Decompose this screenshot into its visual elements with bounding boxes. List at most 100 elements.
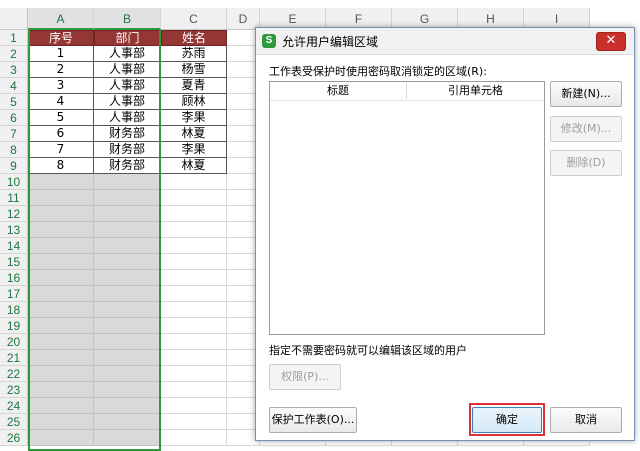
- table-cell[interactable]: 8: [28, 158, 94, 174]
- empty-cell[interactable]: [161, 398, 227, 414]
- empty-cell[interactable]: [161, 430, 227, 446]
- row-header[interactable]: 14: [0, 238, 28, 254]
- table-cell[interactable]: 3: [28, 78, 94, 94]
- modify-range-button[interactable]: 修改(M)...: [550, 116, 622, 142]
- row-header[interactable]: 2: [0, 46, 28, 62]
- row-header[interactable]: 25: [0, 414, 28, 430]
- empty-cell[interactable]: [28, 350, 94, 366]
- row-header[interactable]: 5: [0, 94, 28, 110]
- empty-cell[interactable]: [28, 238, 94, 254]
- row-header[interactable]: 24: [0, 398, 28, 414]
- table-cell[interactable]: 5: [28, 110, 94, 126]
- empty-cell[interactable]: [94, 366, 161, 382]
- select-all-corner[interactable]: [0, 8, 28, 30]
- close-button[interactable]: ✕: [596, 32, 626, 51]
- empty-cell[interactable]: [28, 398, 94, 414]
- empty-cell[interactable]: [28, 318, 94, 334]
- list-column-cell-ref[interactable]: 引用单元格: [407, 82, 544, 100]
- row-header[interactable]: 4: [0, 78, 28, 94]
- empty-cell[interactable]: [161, 382, 227, 398]
- empty-cell[interactable]: [161, 174, 227, 190]
- table-cell[interactable]: 6: [28, 126, 94, 142]
- row-header[interactable]: 23: [0, 382, 28, 398]
- empty-cell[interactable]: [94, 430, 161, 446]
- table-cell[interactable]: 7: [28, 142, 94, 158]
- table-header-cell[interactable]: 部门: [94, 30, 161, 46]
- empty-cell[interactable]: [94, 174, 161, 190]
- empty-cell[interactable]: [28, 270, 94, 286]
- table-cell[interactable]: 杨雪: [161, 62, 227, 78]
- table-header-cell[interactable]: 序号: [28, 30, 94, 46]
- list-column-title[interactable]: 标题: [270, 82, 406, 100]
- empty-cell[interactable]: [94, 222, 161, 238]
- ok-button[interactable]: 确定: [472, 407, 542, 433]
- empty-cell[interactable]: [161, 222, 227, 238]
- empty-cell[interactable]: [28, 366, 94, 382]
- empty-cell[interactable]: [28, 302, 94, 318]
- row-header[interactable]: 12: [0, 206, 28, 222]
- table-cell[interactable]: 李果: [161, 142, 227, 158]
- row-header[interactable]: 16: [0, 270, 28, 286]
- ranges-list[interactable]: 标题 引用单元格: [269, 81, 545, 335]
- empty-cell[interactable]: [28, 190, 94, 206]
- empty-cell[interactable]: [28, 254, 94, 270]
- row-header[interactable]: 7: [0, 126, 28, 142]
- table-cell[interactable]: 人事部: [94, 62, 161, 78]
- empty-cell[interactable]: [94, 414, 161, 430]
- table-cell[interactable]: 财务部: [94, 158, 161, 174]
- row-header[interactable]: 21: [0, 350, 28, 366]
- empty-cell[interactable]: [94, 254, 161, 270]
- row-header[interactable]: 6: [0, 110, 28, 126]
- table-cell[interactable]: 林夏: [161, 126, 227, 142]
- empty-cell[interactable]: [28, 430, 94, 446]
- row-header[interactable]: 1: [0, 30, 28, 46]
- empty-cell[interactable]: [161, 190, 227, 206]
- row-header[interactable]: 9: [0, 158, 28, 174]
- row-header[interactable]: 11: [0, 190, 28, 206]
- table-cell[interactable]: 人事部: [94, 94, 161, 110]
- column-header-b[interactable]: B: [94, 8, 161, 30]
- table-cell[interactable]: 夏青: [161, 78, 227, 94]
- table-cell[interactable]: 4: [28, 94, 94, 110]
- empty-cell[interactable]: [161, 302, 227, 318]
- empty-cell[interactable]: [28, 222, 94, 238]
- row-header[interactable]: 13: [0, 222, 28, 238]
- row-header[interactable]: 26: [0, 430, 28, 446]
- table-cell[interactable]: 人事部: [94, 110, 161, 126]
- empty-cell[interactable]: [161, 414, 227, 430]
- row-header[interactable]: 8: [0, 142, 28, 158]
- permissions-button[interactable]: 权限(P)...: [269, 364, 341, 390]
- table-cell[interactable]: 财务部: [94, 142, 161, 158]
- table-cell[interactable]: 1: [28, 46, 94, 62]
- table-header-cell[interactable]: 姓名: [161, 30, 227, 46]
- empty-cell[interactable]: [94, 238, 161, 254]
- row-header[interactable]: 15: [0, 254, 28, 270]
- empty-cell[interactable]: [94, 398, 161, 414]
- empty-cell[interactable]: [94, 190, 161, 206]
- table-cell[interactable]: 顾林: [161, 94, 227, 110]
- table-cell[interactable]: 人事部: [94, 46, 161, 62]
- empty-cell[interactable]: [161, 286, 227, 302]
- row-header[interactable]: 22: [0, 366, 28, 382]
- empty-cell[interactable]: [161, 238, 227, 254]
- table-cell[interactable]: 李果: [161, 110, 227, 126]
- column-header-a[interactable]: A: [28, 8, 94, 30]
- empty-cell[interactable]: [94, 318, 161, 334]
- table-cell[interactable]: 人事部: [94, 78, 161, 94]
- row-header[interactable]: 19: [0, 318, 28, 334]
- empty-cell[interactable]: [161, 270, 227, 286]
- empty-cell[interactable]: [28, 174, 94, 190]
- empty-cell[interactable]: [28, 206, 94, 222]
- row-header[interactable]: 18: [0, 302, 28, 318]
- empty-cell[interactable]: [161, 366, 227, 382]
- table-cell[interactable]: 林夏: [161, 158, 227, 174]
- empty-cell[interactable]: [94, 206, 161, 222]
- empty-cell[interactable]: [28, 334, 94, 350]
- empty-cell[interactable]: [161, 206, 227, 222]
- row-header[interactable]: 3: [0, 62, 28, 78]
- empty-cell[interactable]: [94, 382, 161, 398]
- empty-cell[interactable]: [161, 254, 227, 270]
- empty-cell[interactable]: [28, 286, 94, 302]
- empty-cell[interactable]: [94, 286, 161, 302]
- new-range-button[interactable]: 新建(N)...: [550, 81, 622, 107]
